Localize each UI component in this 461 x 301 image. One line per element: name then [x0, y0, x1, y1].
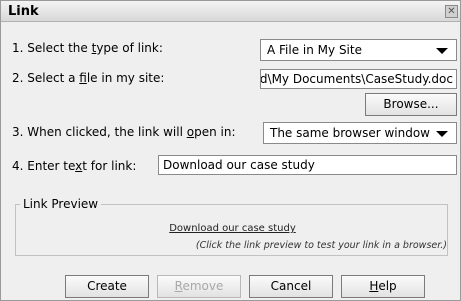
chevron-down-icon: [436, 48, 448, 54]
link-type-label: 1. Select the type of link:: [12, 41, 163, 55]
link-dialog: Link ✕ 1. Select the type of link: A Fil…: [0, 0, 461, 301]
link-text-value: Download our case study: [163, 158, 315, 172]
close-icon[interactable]: ✕: [445, 5, 458, 18]
remove-button[interactable]: Remove: [157, 275, 241, 298]
dialog-title: Link: [8, 4, 39, 19]
preview-link[interactable]: Download our case study: [16, 223, 449, 234]
create-button[interactable]: Create: [65, 275, 149, 298]
help-button[interactable]: Help: [341, 275, 425, 298]
link-text-field[interactable]: Download our case study: [158, 155, 457, 175]
file-path-field[interactable]: d\My Documents\CaseStudy.doc: [260, 69, 457, 89]
link-type-value: A File in My Site: [267, 43, 362, 57]
file-path-value: d\My Documents\CaseStudy.doc: [260, 72, 453, 86]
open-in-label: 3. When clicked, the link will open in:: [12, 125, 236, 139]
preview-legend: Link Preview: [20, 197, 102, 211]
preview-hint: (Click the link preview to test your lin…: [195, 240, 447, 251]
file-label: 2. Select a file in my site:: [12, 71, 165, 85]
open-in-value: The same browser window: [270, 126, 430, 140]
cancel-button[interactable]: Cancel: [249, 275, 333, 298]
link-preview-group: Download our case study (Click the link …: [15, 204, 448, 256]
title-bar[interactable]: Link ✕: [1, 1, 460, 22]
link-text-label: 4. Enter text for link:: [12, 159, 137, 173]
chevron-down-icon: [436, 131, 448, 137]
link-type-select[interactable]: A File in My Site: [260, 39, 457, 61]
open-in-select[interactable]: The same browser window: [263, 122, 457, 144]
browse-button[interactable]: Browse...: [365, 93, 457, 116]
